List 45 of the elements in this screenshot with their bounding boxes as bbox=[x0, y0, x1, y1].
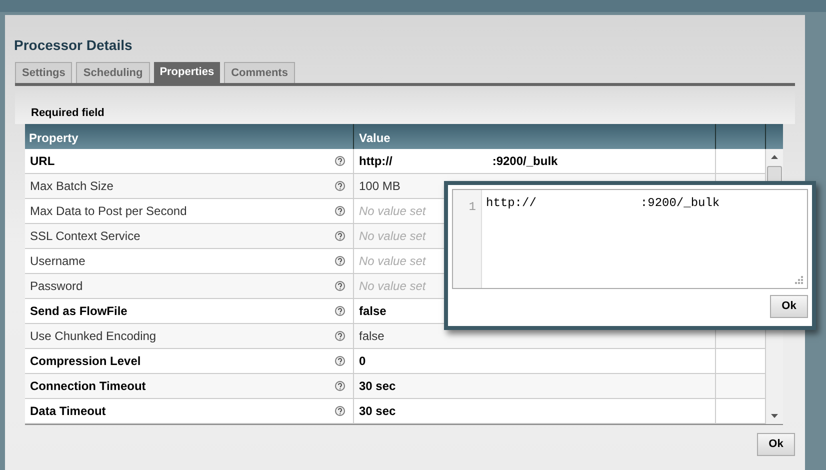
property-value[interactable]: 0 bbox=[359, 352, 366, 370]
property-name: Send as FlowFile bbox=[30, 303, 128, 320]
property-name: Connection Timeout bbox=[30, 378, 146, 395]
help-icon[interactable] bbox=[335, 306, 345, 316]
property-name: Use Chunked Encoding bbox=[30, 328, 156, 345]
property-value[interactable]: http:// bbox=[359, 152, 392, 170]
code-editor[interactable]: 1 http:// :9200/_bulk bbox=[452, 189, 808, 289]
tab[interactable]: Comments bbox=[224, 62, 295, 83]
scroll-down-icon[interactable] bbox=[771, 414, 778, 418]
property-name: Compression Level bbox=[30, 353, 141, 370]
property-name: URL bbox=[30, 153, 55, 170]
help-icon[interactable] bbox=[335, 181, 345, 191]
scroll-up-icon[interactable] bbox=[771, 155, 778, 159]
code-text: http:// bbox=[486, 195, 536, 212]
tab[interactable]: Settings bbox=[15, 62, 72, 83]
property-name: Password bbox=[30, 278, 83, 295]
property-name: Max Data to Post per Second bbox=[30, 203, 187, 220]
property-name: Username bbox=[30, 253, 86, 270]
help-icon[interactable] bbox=[335, 381, 345, 391]
line-number: 1 bbox=[468, 200, 476, 214]
property-name: Data Timeout bbox=[30, 403, 106, 420]
help-icon[interactable] bbox=[335, 331, 345, 341]
help-icon[interactable] bbox=[335, 231, 345, 241]
property-name: Max Batch Size bbox=[30, 178, 114, 195]
ok-button[interactable]: Ok bbox=[770, 295, 808, 318]
tab[interactable]: Properties bbox=[154, 62, 220, 83]
help-icon[interactable] bbox=[335, 406, 345, 416]
property-value[interactable]: 30 sec bbox=[359, 377, 396, 395]
help-icon[interactable] bbox=[335, 156, 345, 166]
property-value[interactable]: 30 sec bbox=[359, 402, 396, 420]
tab[interactable]: Scheduling bbox=[76, 62, 150, 83]
required-field-note: Required field bbox=[31, 107, 104, 119]
property-value[interactable]: 100 MB bbox=[359, 177, 400, 195]
property-value[interactable]: false bbox=[359, 302, 386, 320]
property-value[interactable]: false bbox=[359, 327, 384, 345]
dialog-title: Processor Details bbox=[14, 36, 134, 55]
property-name: SSL Context Service bbox=[30, 228, 140, 245]
help-icon[interactable] bbox=[335, 281, 345, 291]
resize-grip-icon[interactable] bbox=[795, 276, 804, 285]
code-text: :9200/_bulk bbox=[640, 195, 720, 212]
help-icon[interactable] bbox=[335, 356, 345, 366]
property-value[interactable]: :9200/_bulk bbox=[492, 152, 558, 170]
help-icon[interactable] bbox=[335, 256, 345, 266]
ok-button[interactable]: Ok bbox=[757, 433, 795, 456]
help-icon[interactable] bbox=[335, 206, 345, 216]
